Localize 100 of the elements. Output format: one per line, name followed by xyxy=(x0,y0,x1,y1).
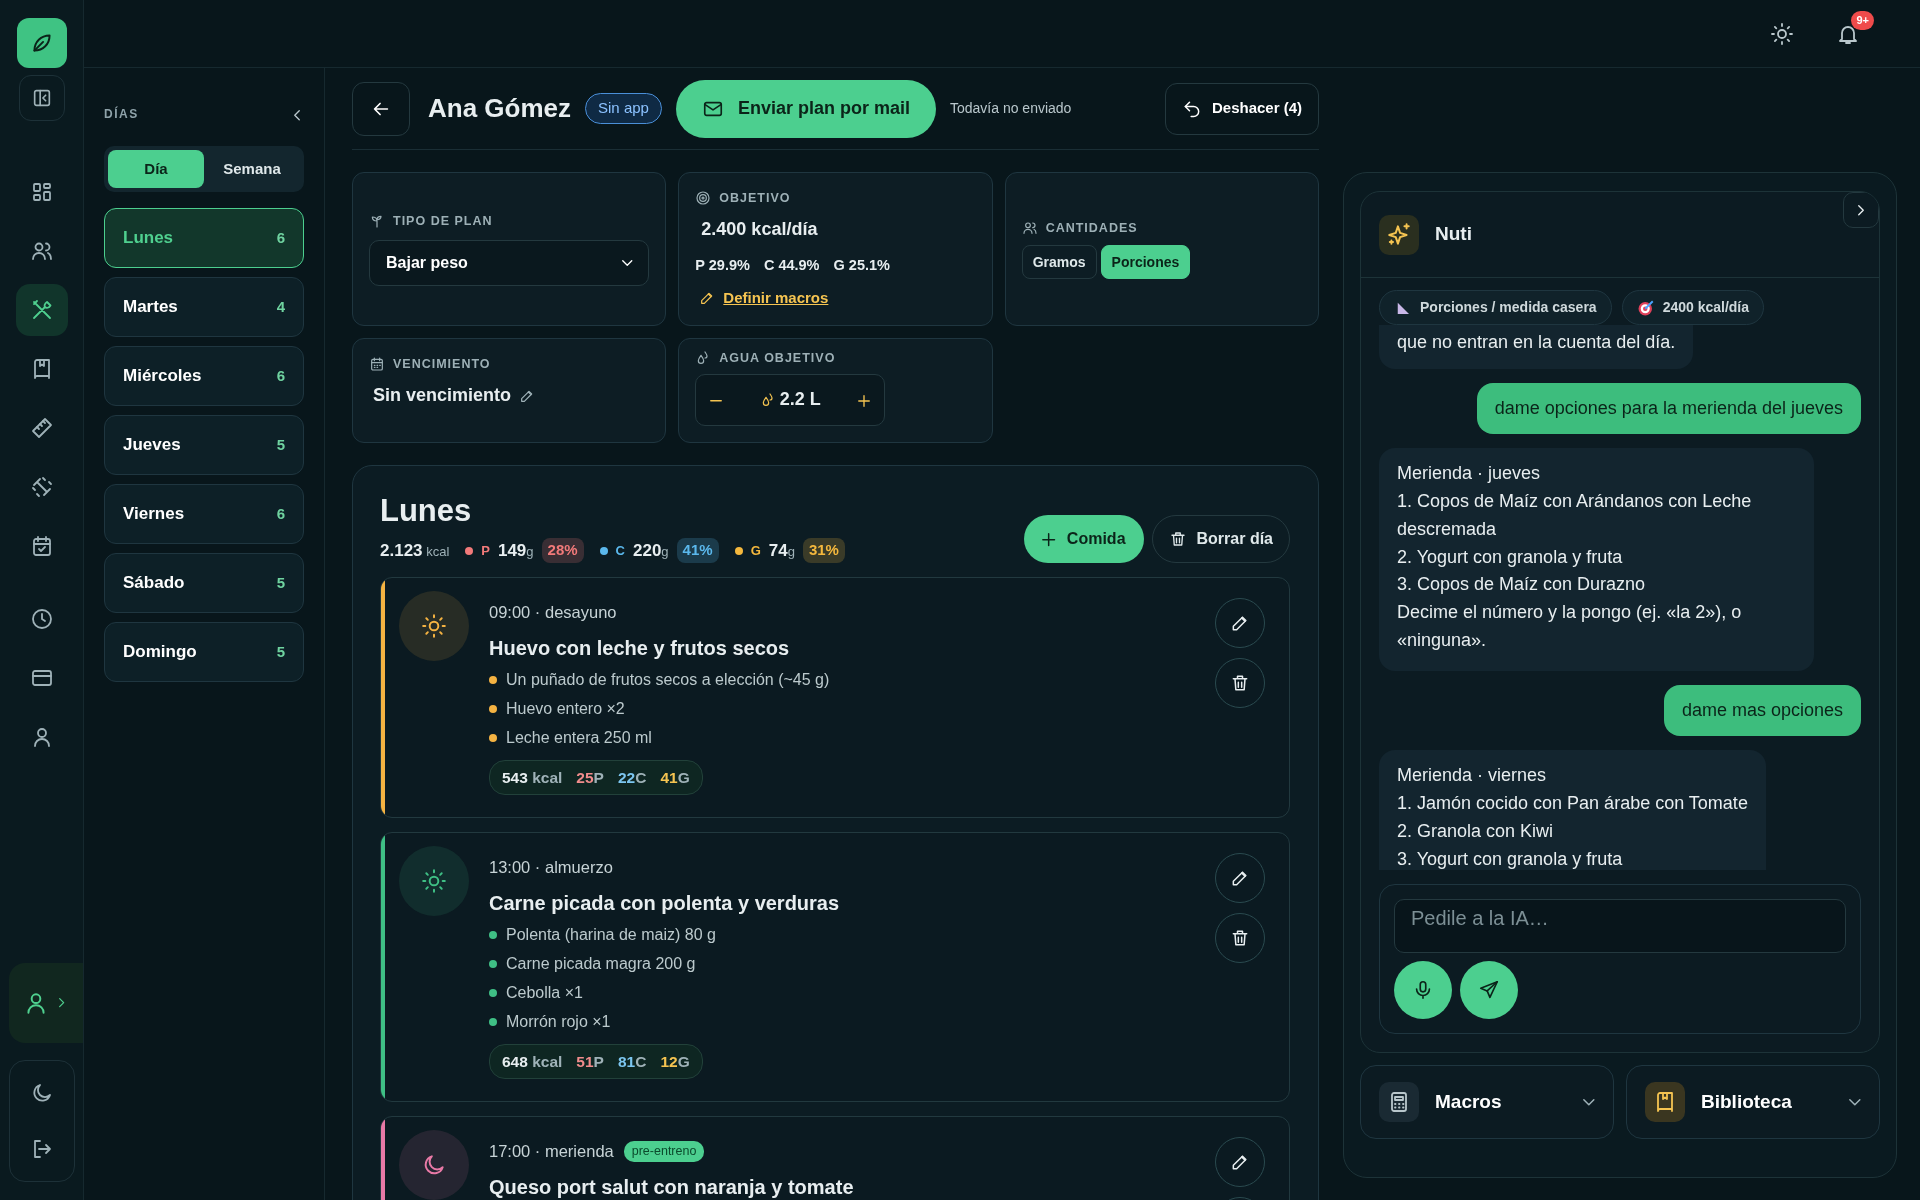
bullet-dot xyxy=(489,1018,497,1027)
chevron-down-icon xyxy=(1849,1098,1861,1106)
delete-meal-button[interactable] xyxy=(1215,913,1265,964)
macro-total: 22C xyxy=(617,768,647,789)
message-line: Merienda · viernes xyxy=(1397,764,1548,788)
macro-total: 41G xyxy=(660,768,690,789)
bullet-dot xyxy=(489,960,497,969)
unit-option[interactable]: Gramos xyxy=(1021,245,1097,280)
send-email-button[interactable]: Enviar plan por mail xyxy=(675,79,936,138)
ingredient: Leche entera 250 ml xyxy=(506,728,652,749)
day-item[interactable]: Martes 4 xyxy=(104,277,304,337)
macro-share: P 29.9% xyxy=(695,255,750,275)
microphone-button[interactable] xyxy=(1394,961,1452,1019)
add-meal-button[interactable]: Comida xyxy=(1023,515,1144,564)
macro-share: C 44.9% xyxy=(763,255,820,275)
tool-dropdown[interactable]: Biblioteca xyxy=(1626,1065,1880,1139)
sun-icon xyxy=(1770,21,1794,46)
field-label: CANTIDADES xyxy=(1045,219,1138,237)
day-item[interactable]: Miércoles 6 xyxy=(104,346,304,406)
meal-count: 4 xyxy=(276,296,285,317)
meal-calories: 648 kcal xyxy=(502,1052,563,1073)
calendar-icon xyxy=(369,356,385,373)
day-item[interactable]: Jueves 5 xyxy=(104,415,304,475)
target-icon xyxy=(1636,298,1655,317)
edit-meal-button[interactable] xyxy=(1215,598,1265,649)
macro-letter: C xyxy=(615,541,625,560)
context-chip: Porciones / medida casera xyxy=(1379,290,1612,325)
bullet-dot xyxy=(489,931,497,940)
bullet-dot xyxy=(489,705,497,714)
sun-icon xyxy=(421,868,447,895)
macro-total: 51P xyxy=(576,1052,604,1073)
macro-percent: 31% xyxy=(802,538,845,563)
message-line: 1. Jamón cocido con Pan árabe con Tomate xyxy=(1397,792,1748,815)
sidebar-toggle-button[interactable] xyxy=(18,75,65,121)
meal-tag: pre-entreno xyxy=(623,1141,705,1163)
meal-count: 6 xyxy=(276,227,285,248)
expiry-value: Sin vencimiento xyxy=(373,383,512,407)
meal-title: Carne picada con polenta y verduras xyxy=(489,891,841,917)
chevron-down-icon xyxy=(621,260,633,267)
meal-count: 5 xyxy=(276,641,285,662)
ruler-icon xyxy=(29,416,54,440)
field-label: TIPO DE PLAN xyxy=(393,212,493,230)
day-name: Viernes xyxy=(123,503,185,526)
meal-calories: 543 kcal xyxy=(502,768,563,789)
macro-share: G 25.1% xyxy=(833,255,890,275)
client-name: Ana Gómez xyxy=(428,92,572,125)
message-line: 2. Granola con Kiwi xyxy=(1397,819,1555,843)
chat-input[interactable]: Pedile a la IA… xyxy=(1394,899,1846,953)
meal-time: 17:00 · merienda xyxy=(489,1141,614,1163)
day-item[interactable]: Viernes 6 xyxy=(104,484,304,544)
macro-total: 81C xyxy=(617,1052,647,1073)
send-icon xyxy=(1478,979,1500,1001)
day-calories: 2.123 kcal xyxy=(380,539,450,562)
field-label: OBJETIVO xyxy=(719,190,791,207)
day-item[interactable]: Lunes 6 xyxy=(104,208,304,268)
unit-option[interactable]: Porciones xyxy=(1100,245,1191,280)
define-macros-link[interactable]: Definir macros xyxy=(699,286,976,309)
field-label: AGUA OBJETIVO xyxy=(719,350,836,367)
view-tab[interactable]: Día xyxy=(108,150,204,188)
day-name: Sábado xyxy=(123,572,185,595)
plan-type-select[interactable]: Bajar peso xyxy=(369,240,650,287)
macro-amount: 149g xyxy=(497,539,534,562)
day-name: Miércoles xyxy=(123,365,202,388)
message-line: Decime el número y la pongo (ej. «la 2»), o «ninguna». xyxy=(1397,601,1743,653)
select-value: Bajar peso xyxy=(386,253,468,274)
macro-amount: 220g xyxy=(633,539,669,562)
ingredient: Carne picada magra 200 g xyxy=(506,954,696,975)
macro-letter: P xyxy=(481,541,490,560)
edit-meal-button[interactable] xyxy=(1215,853,1265,904)
macro-amount: 74g xyxy=(768,539,795,562)
macro-total: 25P xyxy=(576,768,604,789)
sparkles-icon xyxy=(1386,221,1412,248)
ingredient: Huevo entero ×2 xyxy=(506,699,625,720)
users-icon xyxy=(1021,220,1038,236)
delete-meal-button[interactable] xyxy=(1215,658,1265,709)
tool-dropdown[interactable]: Macros xyxy=(1360,1065,1614,1139)
day-item[interactable]: Sábado 5 xyxy=(104,553,304,613)
send-button[interactable] xyxy=(1460,961,1518,1019)
sun-icon xyxy=(421,613,447,640)
meal-time: 09:00 · desayuno xyxy=(489,602,617,624)
message-line: 3. Copos de Maíz con Durazno xyxy=(1397,573,1647,597)
message-line: que no entran en la cuenta del día. xyxy=(1397,331,1676,354)
field-label: VENCIMIENTO xyxy=(393,356,491,373)
ingredient: Polenta (harina de maiz) 80 g xyxy=(506,925,716,946)
undo-button[interactable]: Deshacer (4) xyxy=(1164,82,1319,135)
day-item[interactable]: Domingo 5 xyxy=(104,622,304,682)
meal-count: 6 xyxy=(276,365,285,386)
dumbbell-icon xyxy=(29,475,54,499)
day-name: Domingo xyxy=(123,641,197,664)
meal-title: Queso port salut con naranja y tomate xyxy=(489,1175,855,1200)
macro-total: 12G xyxy=(660,1052,690,1073)
meal-time: 13:00 · almuerzo xyxy=(489,857,613,879)
meal-title: Huevo con leche y frutos secos xyxy=(489,636,791,662)
chevron-right-icon xyxy=(1858,204,1864,216)
view-tab[interactable]: Semana xyxy=(204,150,300,188)
edit-meal-button[interactable] xyxy=(1215,1137,1265,1188)
profile-button[interactable] xyxy=(9,963,83,1043)
bullet-dot xyxy=(489,734,497,743)
nav-item[interactable] xyxy=(15,284,68,336)
water-value: 2.2 L xyxy=(779,388,821,412)
